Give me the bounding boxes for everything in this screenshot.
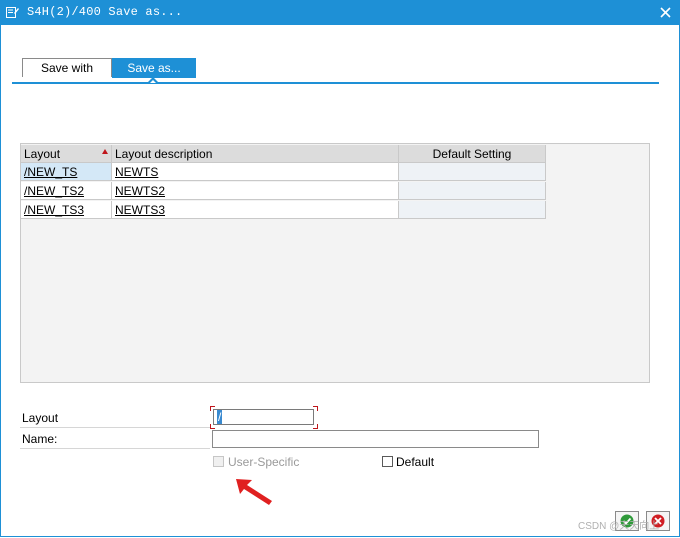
column-header-description[interactable]: Layout description <box>112 145 399 163</box>
layout-link[interactable]: /NEW_TS2 <box>24 184 84 198</box>
table-row-description-cell[interactable]: NEWTS2 <box>112 182 399 200</box>
close-icon[interactable] <box>659 6 672 19</box>
tab-save-with[interactable]: Save with <box>22 58 112 77</box>
user-specific-checkbox <box>213 456 224 467</box>
column-header-default-setting[interactable]: Default Setting <box>399 145 546 163</box>
table-row-description-cell[interactable]: NEWTS <box>112 163 399 181</box>
tab-save-as[interactable]: Save as... <box>112 58 196 78</box>
description-link[interactable]: NEWTS3 <box>115 203 165 217</box>
title-bar: S4H(2)/400 Save as... <box>0 0 680 25</box>
table-row-default-cell[interactable] <box>399 182 546 200</box>
sort-descending-icon <box>102 149 108 154</box>
description-link[interactable]: NEWTS <box>115 165 158 179</box>
default-checkbox[interactable] <box>382 456 393 467</box>
table-row-layout-cell[interactable]: /NEW_TS3 <box>21 201 112 219</box>
description-link[interactable]: NEWTS2 <box>115 184 165 198</box>
column-header-layout[interactable]: Layout <box>21 145 112 163</box>
layout-link[interactable]: /NEW_TS <box>24 165 77 179</box>
name-input[interactable] <box>212 430 539 448</box>
default-label[interactable]: Default <box>396 455 434 469</box>
table-row-layout-cell[interactable]: /NEW_TS <box>21 163 112 181</box>
layout-input[interactable]: / <box>213 409 314 425</box>
table-row-default-cell[interactable] <box>399 201 546 219</box>
user-specific-label: User-Specific <box>228 455 300 469</box>
table-row-layout-cell[interactable]: /NEW_TS2 <box>21 182 112 200</box>
window-title: S4H(2)/400 Save as... <box>27 5 183 19</box>
required-marker <box>210 406 215 411</box>
table-row-default-cell[interactable] <box>399 163 546 181</box>
table-row-description-cell[interactable]: NEWTS3 <box>112 201 399 219</box>
form-icon <box>6 7 19 18</box>
layout-link[interactable]: /NEW_TS3 <box>24 203 84 217</box>
layout-input-value: / <box>217 410 223 424</box>
name-label: Name: <box>22 432 58 446</box>
red-arrow-icon <box>236 479 272 505</box>
tab-underline <box>12 82 659 84</box>
watermark: CSDN @天天向上 <box>578 521 660 532</box>
layout-label: Layout <box>22 411 59 425</box>
